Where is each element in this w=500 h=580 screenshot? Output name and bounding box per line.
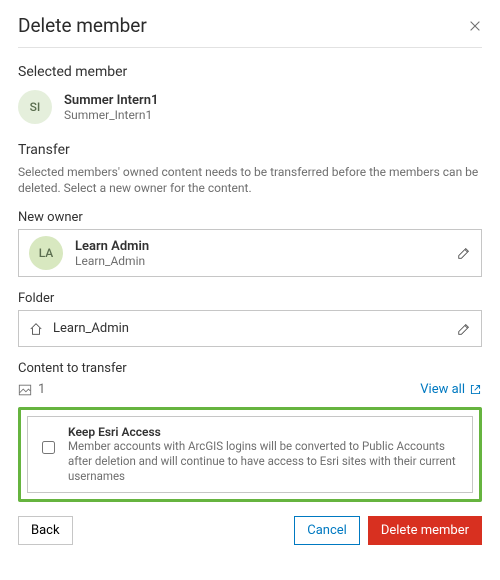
dialog-title: Delete member [18,14,147,37]
view-all-link[interactable]: View all [420,382,482,397]
cancel-button[interactable]: Cancel [294,516,360,545]
image-icon [18,383,32,397]
keep-access-description: Member accounts with ArcGIS logins will … [68,439,462,484]
keep-access-title: Keep Esri Access [68,425,462,439]
delete-member-button[interactable]: Delete member [368,516,482,545]
keep-access-highlight: Keep Esri Access Member accounts with Ar… [18,407,482,502]
dialog-header: Delete member [18,14,482,48]
owner-username: Learn_Admin [75,254,445,268]
back-button[interactable]: Back [18,516,73,545]
content-to-transfer-label: Content to transfer [18,361,482,376]
folder-label: Folder [18,291,482,306]
new-owner-label: New owner [18,210,482,225]
delete-member-dialog: Delete member Selected member SI Summer … [0,0,500,559]
content-row: 1 View all [18,382,482,397]
owner-name: Learn Admin [75,239,445,254]
selected-member-row: SI Summer Intern1 Summer_Intern1 [18,86,482,126]
home-icon [29,322,43,336]
content-count: 1 [38,382,45,397]
dialog-footer: Back Cancel Delete member [18,516,482,545]
keep-access-option[interactable]: Keep Esri Access Member accounts with Ar… [27,416,473,493]
member-username: Summer_Intern1 [64,108,158,122]
pencil-icon[interactable] [457,322,471,336]
member-name: Summer Intern1 [64,93,158,108]
avatar: SI [18,90,52,124]
folder-field[interactable]: Learn_Admin [18,310,482,347]
external-link-icon [469,383,482,396]
selected-member-label: Selected member [18,64,482,80]
close-icon[interactable] [468,19,482,33]
new-owner-field[interactable]: LA Learn Admin Learn_Admin [18,229,482,277]
keep-access-checkbox[interactable] [42,441,55,454]
avatar: LA [29,236,63,270]
transfer-label: Transfer [18,142,482,158]
pencil-icon[interactable] [457,246,471,260]
transfer-description: Selected members' owned content needs to… [18,164,482,196]
folder-name: Learn_Admin [53,321,447,336]
view-all-label: View all [420,382,465,397]
